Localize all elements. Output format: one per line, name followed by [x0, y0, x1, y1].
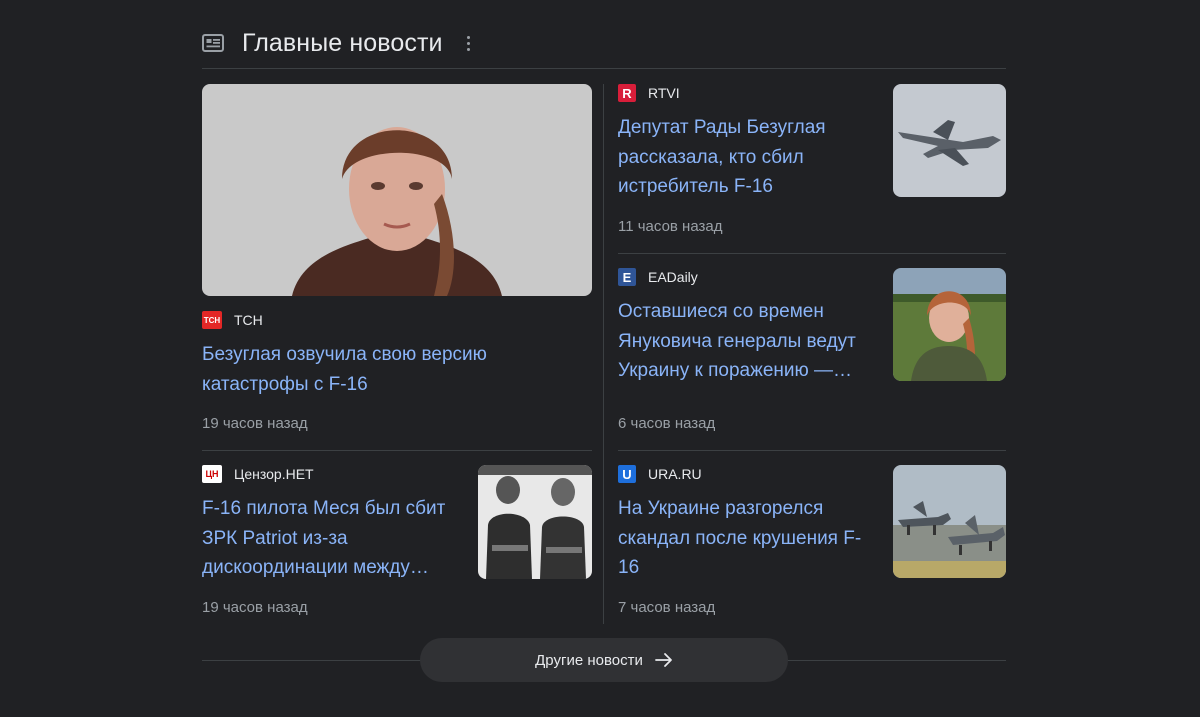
article-source: U URA.RU	[618, 465, 702, 483]
more-news-label: Другие новости	[535, 651, 643, 669]
article-headline[interactable]: На Украине разгорелся скандал после круш…	[618, 494, 873, 584]
article-time: 6 часов назад	[618, 415, 716, 432]
source-name: RTVI	[648, 85, 680, 101]
source-name: Цензор.НЕТ	[234, 466, 314, 482]
article-source: E EADaily	[618, 268, 698, 286]
news-icon	[202, 34, 224, 52]
more-news-button[interactable]: Другие новости	[420, 638, 788, 682]
article-time: 19 часов назад	[202, 599, 308, 616]
arrow-right-icon	[654, 653, 672, 667]
article-thumbnail[interactable]	[893, 465, 1006, 578]
source-name: URA.RU	[648, 466, 702, 482]
article-thumbnail[interactable]	[893, 268, 1006, 381]
article-headline[interactable]: Оставшиеся со времен Януковича генералы …	[618, 297, 873, 387]
article-time: 11 часов назад	[618, 218, 723, 235]
censor-logo-icon: ЦН	[202, 465, 222, 483]
article-image-large[interactable]	[202, 84, 592, 296]
article-headline[interactable]: F-16 пилота Меся был сбит ЗРК Patriot из…	[202, 494, 460, 584]
rtvi-logo-icon: R	[618, 84, 636, 102]
column-divider	[603, 84, 604, 624]
article-headline[interactable]: Безуглая озвучила свою версию катастрофы…	[202, 340, 582, 400]
divider	[618, 253, 1006, 254]
tch-logo-icon: TCH	[202, 311, 222, 329]
article-source: R RTVI	[618, 84, 680, 102]
article-source: TCH TCH	[202, 311, 263, 329]
article-source: ЦН Цензор.НЕТ	[202, 465, 314, 483]
article-thumbnail[interactable]	[478, 465, 592, 579]
article-time: 7 часов назад	[618, 599, 716, 616]
section-header: Главные новости	[202, 18, 1006, 68]
source-name: EADaily	[648, 269, 698, 285]
article-thumbnail[interactable]	[893, 84, 1006, 197]
source-name: TCH	[234, 312, 263, 328]
eadaily-logo-icon: E	[618, 268, 636, 286]
article-headline[interactable]: Депутат Рады Безуглая рассказала, кто сб…	[618, 113, 873, 203]
divider	[618, 450, 1006, 451]
divider	[202, 68, 1006, 69]
article-time: 19 часов назад	[202, 415, 308, 432]
ura-logo-icon: U	[618, 465, 636, 483]
more-vert-icon[interactable]	[461, 33, 477, 53]
section-title: Главные новости	[242, 28, 443, 57]
divider	[202, 450, 592, 451]
